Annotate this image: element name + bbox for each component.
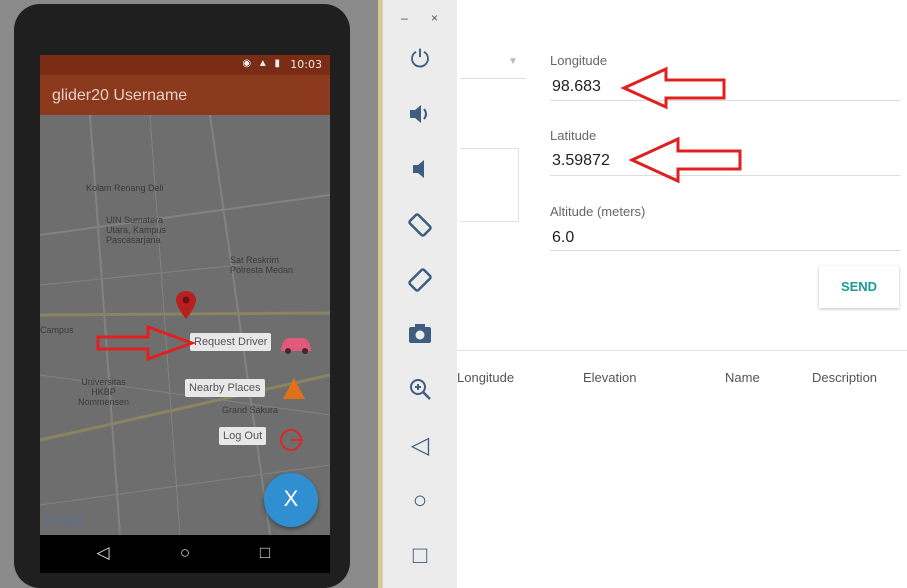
column-name[interactable]: Name bbox=[725, 370, 760, 385]
table-header: Longitude Elevation Name Description bbox=[457, 350, 907, 402]
map-label-nommensen: Universitas HKBP Nommensen bbox=[78, 377, 130, 407]
column-elevation[interactable]: Elevation bbox=[583, 370, 636, 385]
column-longitude[interactable]: Longitude bbox=[457, 370, 514, 385]
car-icon[interactable] bbox=[278, 333, 314, 355]
rotate-right-icon[interactable] bbox=[405, 266, 435, 296]
annotation-arrow-icon bbox=[628, 136, 742, 184]
latitude-field[interactable]: 3.59872 bbox=[552, 152, 610, 170]
map-preview-box bbox=[460, 148, 519, 222]
dropdown-chevron-icon[interactable]: ▼ bbox=[508, 56, 518, 67]
google-logo: Google bbox=[44, 513, 83, 527]
status-bar: ◉ ▲ ▮ 10:03 bbox=[40, 55, 330, 75]
zoom-in-icon[interactable] bbox=[405, 376, 435, 406]
annotation-arrow-icon bbox=[96, 325, 196, 361]
altitude-underline bbox=[550, 250, 900, 251]
nav-back-icon[interactable]: ◁ bbox=[88, 543, 118, 563]
longitude-field[interactable]: 98.683 bbox=[552, 78, 601, 96]
map-label-polresta: Sat Reskrim Polresta Medan bbox=[230, 255, 294, 275]
logout-icon[interactable] bbox=[278, 427, 306, 455]
nearby-places-button[interactable]: Nearby Places bbox=[185, 379, 265, 397]
send-button[interactable]: SEND bbox=[819, 266, 899, 308]
column-description[interactable]: Description bbox=[812, 370, 877, 385]
warning-icon[interactable] bbox=[282, 377, 306, 401]
map-view[interactable]: Kolam Renang Deli UIN Sumatera Utara, Ka… bbox=[40, 115, 330, 535]
map-label-uin: UIN Sumatera Utara, Kampus Pascasarjana bbox=[106, 215, 167, 245]
log-out-button[interactable]: Log Out bbox=[219, 427, 267, 445]
back-icon[interactable]: ◁ bbox=[405, 431, 435, 461]
status-icons: ◉ ▲ ▮ bbox=[242, 58, 282, 69]
home-icon[interactable]: ○ bbox=[405, 486, 435, 516]
app-bar: glider20 Username bbox=[40, 75, 330, 115]
points-table-body[interactable] bbox=[457, 401, 907, 588]
map-label-grand-sakura: Grand Sakura bbox=[222, 405, 279, 415]
map-label-campus: Campus bbox=[40, 325, 74, 335]
phone-screen: ◉ ▲ ▮ 10:03 glider20 Username Kolam Rena… bbox=[40, 55, 330, 535]
altitude-field[interactable]: 6.0 bbox=[552, 229, 574, 247]
rotate-left-icon[interactable] bbox=[405, 211, 435, 241]
longitude-label: Longitude bbox=[550, 53, 608, 68]
annotation-arrow-icon bbox=[620, 66, 726, 110]
power-icon[interactable]: ⏻ bbox=[405, 45, 435, 75]
map-label-kolam: Kolam Renang Deli bbox=[86, 183, 164, 193]
nav-home-icon[interactable]: ○ bbox=[170, 543, 200, 563]
volume-down-icon[interactable] bbox=[405, 156, 435, 186]
window-controls[interactable]: – × bbox=[401, 11, 448, 25]
overview-icon[interactable]: □ bbox=[405, 541, 435, 571]
nav-recents-icon[interactable]: □ bbox=[250, 543, 280, 563]
dropdown-underline bbox=[460, 78, 526, 79]
android-nav-bar: ◁ ○ □ bbox=[40, 535, 330, 573]
emulator-toolbar: – × ⏻ ◁ ○ □ bbox=[382, 0, 458, 588]
camera-icon[interactable] bbox=[405, 321, 435, 351]
status-time: 10:03 bbox=[290, 58, 322, 71]
request-driver-button[interactable]: Request Driver bbox=[190, 333, 272, 351]
map-marker-icon[interactable] bbox=[176, 291, 196, 319]
app-title: glider20 Username bbox=[52, 87, 188, 104]
latitude-label: Latitude bbox=[550, 128, 597, 143]
altitude-label: Altitude (meters) bbox=[550, 204, 646, 219]
fab-close-button[interactable]: X bbox=[264, 473, 318, 527]
volume-up-icon[interactable] bbox=[405, 101, 435, 131]
